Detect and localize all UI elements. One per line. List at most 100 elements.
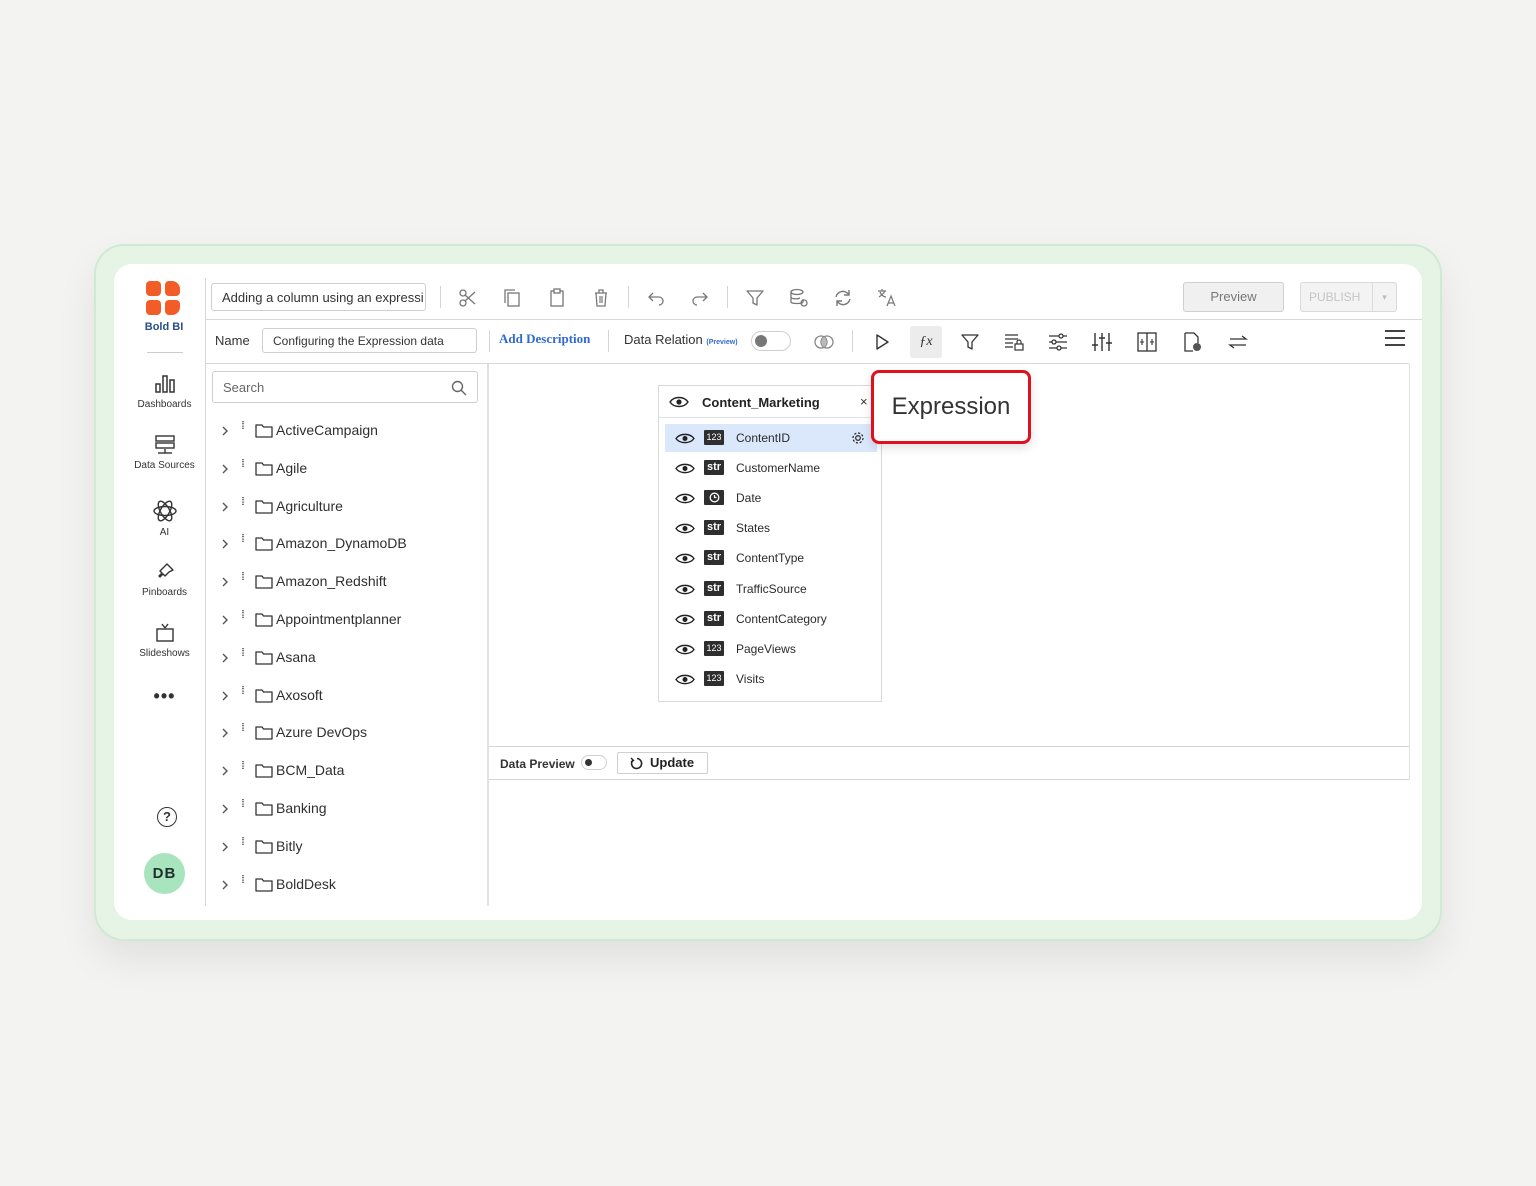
tree-item[interactable]: ⁞⁞ Bitly — [220, 836, 480, 858]
sliders-icon[interactable] — [1047, 331, 1069, 353]
filter-icon[interactable] — [744, 287, 766, 309]
chevron-right-icon[interactable] — [220, 501, 230, 513]
data-settings-icon[interactable] — [788, 287, 810, 309]
tree-item[interactable]: ⁞⁞ Amazon_DynamoDB — [220, 533, 480, 555]
tree-item[interactable]: ⁞⁞ Banking — [220, 798, 480, 820]
swap-icon[interactable] — [1227, 331, 1249, 353]
split-column-icon[interactable] — [1136, 331, 1158, 353]
column-row[interactable]: 123 Visits — [665, 665, 877, 693]
eye-icon[interactable] — [675, 583, 695, 596]
publish-button[interactable]: PUBLISH ▾ — [1300, 282, 1397, 312]
join-icon[interactable] — [813, 331, 835, 353]
nav-item-ai[interactable]: AI — [114, 500, 215, 538]
chevron-right-icon[interactable] — [220, 425, 230, 437]
column-row[interactable]: 123 PageViews — [665, 635, 877, 663]
chevron-down-icon[interactable]: ▾ — [1372, 283, 1396, 311]
column-row[interactable]: str States — [665, 514, 877, 542]
chevron-right-icon[interactable] — [220, 463, 230, 475]
tree-item[interactable]: ⁞⁞ Appointmentplanner — [220, 609, 480, 631]
chevron-right-icon[interactable] — [220, 727, 230, 739]
eye-icon[interactable] — [669, 395, 689, 409]
paste-icon[interactable] — [546, 287, 568, 309]
preview-button[interactable]: Preview — [1183, 282, 1284, 312]
eye-icon[interactable] — [675, 492, 695, 505]
datasource-name-input[interactable]: Configuring the Expression data — [262, 328, 477, 353]
chevron-right-icon[interactable] — [220, 765, 230, 777]
close-icon[interactable]: × — [860, 394, 868, 409]
expression-fx-button[interactable]: ƒx — [910, 326, 942, 358]
chevron-right-icon[interactable] — [220, 576, 230, 588]
drag-handle-icon[interactable]: ⁞⁞ — [241, 533, 245, 545]
chevron-right-icon[interactable] — [220, 841, 230, 853]
search-icon[interactable] — [451, 380, 467, 396]
undo-icon[interactable] — [645, 287, 667, 309]
chevron-right-icon[interactable] — [220, 614, 230, 626]
chevron-right-icon[interactable] — [220, 879, 230, 891]
table-lock-icon[interactable] — [1003, 331, 1025, 353]
nav-item-slideshows[interactable]: Slideshows — [114, 623, 215, 659]
tree-item[interactable]: ⁞⁞ ActiveCampaign — [220, 420, 480, 442]
search-input[interactable]: Search — [212, 371, 478, 403]
adjust-icon[interactable] — [1091, 331, 1113, 353]
eye-icon[interactable] — [675, 613, 695, 626]
add-description-link[interactable]: Add Description — [499, 331, 590, 347]
run-icon[interactable] — [871, 331, 893, 353]
column-row[interactable]: Date — [665, 484, 877, 512]
drag-handle-icon[interactable]: ⁞⁞ — [241, 798, 245, 810]
help-icon[interactable]: ? — [157, 807, 177, 827]
drag-handle-icon[interactable]: ⁞⁞ — [241, 571, 245, 583]
data-preview-toggle[interactable] — [581, 755, 607, 770]
column-row[interactable]: str CustomerName — [665, 454, 877, 482]
avatar[interactable]: DB — [144, 853, 185, 894]
column-row[interactable]: str TrafficSource — [665, 575, 877, 603]
update-button[interactable]: Update — [617, 752, 708, 774]
more-options-icon[interactable]: ••• — [114, 686, 215, 707]
eye-icon[interactable] — [675, 462, 695, 475]
translate-icon[interactable] — [876, 287, 898, 309]
tree-item[interactable]: ⁞⁞ BoldDesk — [220, 874, 480, 896]
tree-item[interactable]: ⁞⁞ Asana — [220, 647, 480, 669]
eye-icon[interactable] — [675, 552, 695, 565]
drag-handle-icon[interactable]: ⁞⁞ — [241, 458, 245, 470]
column-row[interactable]: 123 ContentID — [665, 424, 877, 452]
chevron-right-icon[interactable] — [220, 690, 230, 702]
dashboard-title-input[interactable]: Adding a column using an expressi — [211, 283, 426, 311]
file-settings-icon[interactable] — [1181, 331, 1203, 353]
hamburger-menu-icon[interactable] — [1385, 330, 1405, 346]
tree-item[interactable]: ⁞⁞ Agile — [220, 458, 480, 480]
eye-icon[interactable] — [675, 432, 695, 445]
table-card[interactable]: Content_Marketing × 123 ContentID str Custo… — [658, 385, 882, 702]
drag-handle-icon[interactable]: ⁞⁞ — [241, 685, 245, 697]
chevron-right-icon[interactable] — [220, 652, 230, 664]
eye-icon[interactable] — [675, 522, 695, 535]
drag-handle-icon[interactable]: ⁞⁞ — [241, 609, 245, 621]
eye-icon[interactable] — [675, 643, 695, 656]
drag-handle-icon[interactable]: ⁞⁞ — [241, 420, 245, 432]
copy-icon[interactable] — [501, 287, 523, 309]
drag-handle-icon[interactable]: ⁞⁞ — [241, 647, 245, 659]
gear-icon[interactable] — [850, 430, 866, 446]
data-relation-toggle[interactable] — [751, 331, 791, 351]
drag-handle-icon[interactable]: ⁞⁞ — [241, 722, 245, 734]
nav-item-data-sources[interactable]: Data Sources — [114, 435, 215, 471]
tree-item[interactable]: ⁞⁞ BCM_Data — [220, 760, 480, 782]
refresh-icon[interactable] — [832, 287, 854, 309]
drag-handle-icon[interactable]: ⁞⁞ — [241, 496, 245, 508]
drag-handle-icon[interactable]: ⁞⁞ — [241, 760, 245, 772]
delete-icon[interactable] — [590, 287, 612, 309]
column-row[interactable]: str ContentCategory — [665, 605, 877, 633]
filter-icon[interactable] — [959, 331, 981, 353]
column-row[interactable]: str ContentType — [665, 544, 877, 572]
chevron-right-icon[interactable] — [220, 538, 230, 550]
nav-item-pinboards[interactable]: Pinboards — [114, 562, 215, 598]
tree-item[interactable]: ⁞⁞ Amazon_Redshift — [220, 571, 480, 593]
eye-icon[interactable] — [675, 673, 695, 686]
nav-item-dashboards[interactable]: Dashboards — [114, 374, 215, 410]
drag-handle-icon[interactable]: ⁞⁞ — [241, 874, 245, 886]
tree-item[interactable]: ⁞⁞ Axosoft — [220, 685, 480, 707]
tree-item[interactable]: ⁞⁞ Azure DevOps — [220, 722, 480, 744]
chevron-right-icon[interactable] — [220, 803, 230, 815]
tree-item[interactable]: ⁞⁞ Agriculture — [220, 496, 480, 518]
cut-icon[interactable] — [457, 287, 479, 309]
drag-handle-icon[interactable]: ⁞⁞ — [241, 836, 245, 848]
